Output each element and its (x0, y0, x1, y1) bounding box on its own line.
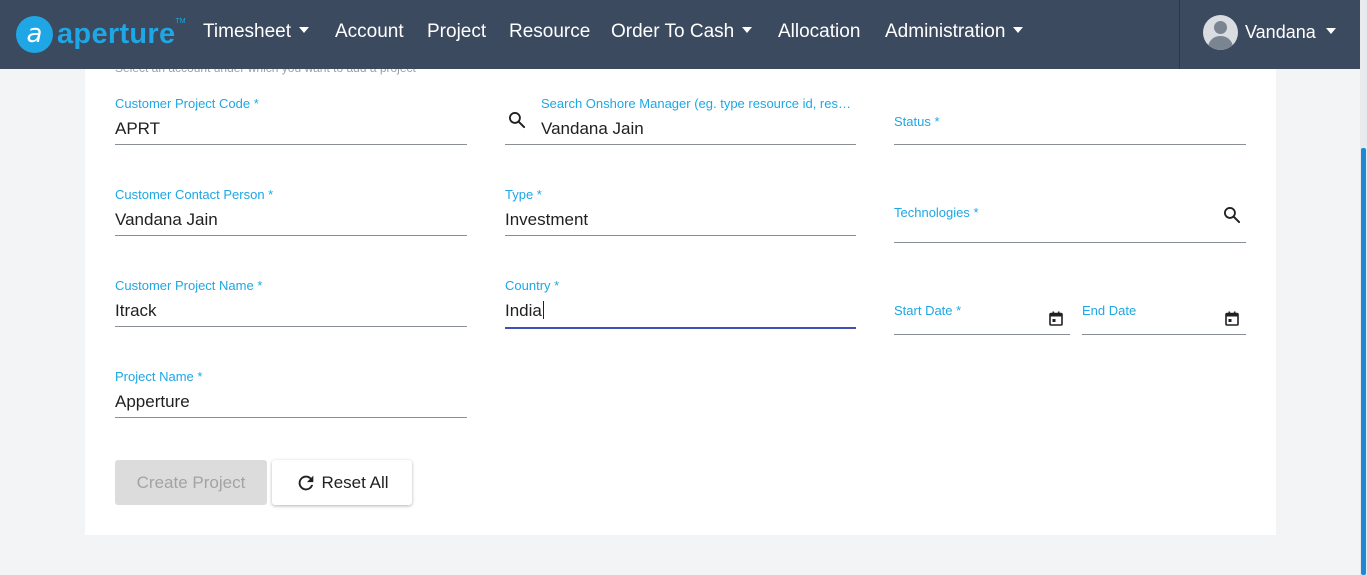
nav-project[interactable]: Project (427, 20, 486, 44)
nav-account[interactable]: Account (335, 20, 404, 44)
caret-down-icon (1013, 27, 1024, 34)
aperture-logo[interactable]: a aperture TM (16, 15, 186, 53)
nav-resource[interactable]: Resource (509, 20, 590, 44)
type-select[interactable]: Type * Investment (505, 185, 856, 236)
nav-timesheet-label: Timesheet (203, 21, 291, 42)
type-label: Type * (505, 187, 542, 202)
reset-all-button[interactable]: Reset All (272, 460, 412, 505)
country-value: India (505, 301, 542, 320)
text-cursor (542, 301, 544, 319)
project-name-field[interactable]: Project Name * Apperture (115, 367, 467, 418)
customer-contact-person-field[interactable]: Customer Contact Person * Vandana Jain (115, 185, 467, 236)
caret-down-icon (1325, 28, 1336, 34)
calendar-icon[interactable] (1225, 311, 1239, 326)
onshore-manager-value: Vandana Jain (541, 119, 644, 138)
reset-all-label: Reset All (321, 472, 389, 492)
nav-administration[interactable]: Administration (885, 20, 1024, 44)
nav-order-to-cash[interactable]: Order To Cash (611, 20, 753, 44)
technologies-label: Technologies * (894, 205, 979, 220)
nav-allocation[interactable]: Allocation (778, 20, 860, 44)
create-project-button[interactable]: Create Project (115, 460, 267, 505)
customer-contact-person-label: Customer Contact Person * (115, 187, 274, 202)
nav-timesheet[interactable]: Timesheet (203, 20, 309, 44)
project-name-value: Apperture (115, 392, 190, 411)
customer-project-code-field[interactable]: Customer Project Code * APRT (115, 94, 467, 145)
top-navbar: a aperture TM Timesheet Account Project … (0, 0, 1360, 69)
project-name-label: Project Name * (115, 369, 203, 384)
user-menu[interactable]: Vandana (1203, 15, 1336, 50)
onshore-manager-label: Search Onshore Manager (eg. type resourc… (541, 96, 851, 111)
country-label: Country * (505, 278, 560, 293)
user-name: Vandana (1245, 22, 1316, 42)
logo-mark: a (16, 15, 53, 53)
customer-project-code-label: Customer Project Code * (115, 96, 259, 111)
customer-project-name-value: Itrack (115, 301, 157, 320)
technologies-field[interactable]: Technologies * (894, 185, 1246, 243)
search-icon (508, 112, 526, 129)
customer-contact-person-value: Vandana Jain (115, 210, 218, 229)
type-value: Investment (505, 210, 589, 229)
logo-text: aperture (57, 17, 176, 50)
search-icon[interactable] (1222, 205, 1242, 225)
logo-trademark: TM (175, 18, 186, 25)
end-date-field[interactable]: End Date (1082, 300, 1246, 335)
end-date-label: End Date (1082, 303, 1137, 318)
nav-administration-label: Administration (885, 21, 1006, 42)
status-select[interactable]: Status * (894, 94, 1246, 145)
customer-project-name-label: Customer Project Name * (115, 278, 263, 293)
caret-down-icon (742, 27, 753, 34)
customer-project-code-value: APRT (115, 119, 161, 138)
page-scrollbar-thumb[interactable] (1361, 148, 1366, 575)
nav-order-to-cash-label: Order To Cash (611, 21, 735, 42)
country-value-wrap: India (505, 301, 544, 321)
avatar-icon (1203, 15, 1238, 50)
start-date-field[interactable]: Start Date * (894, 300, 1070, 335)
start-date-label: Start Date * (894, 303, 962, 318)
refresh-icon (299, 475, 314, 490)
customer-project-name-field[interactable]: Customer Project Name * Itrack (115, 276, 467, 327)
calendar-icon[interactable] (1049, 311, 1063, 326)
caret-down-icon (299, 27, 309, 34)
status-label: Status * (894, 114, 940, 129)
country-field[interactable]: Country * India (505, 276, 856, 329)
user-divider (1179, 0, 1180, 69)
onshore-manager-field[interactable]: Search Onshore Manager (eg. type resourc… (505, 94, 856, 145)
